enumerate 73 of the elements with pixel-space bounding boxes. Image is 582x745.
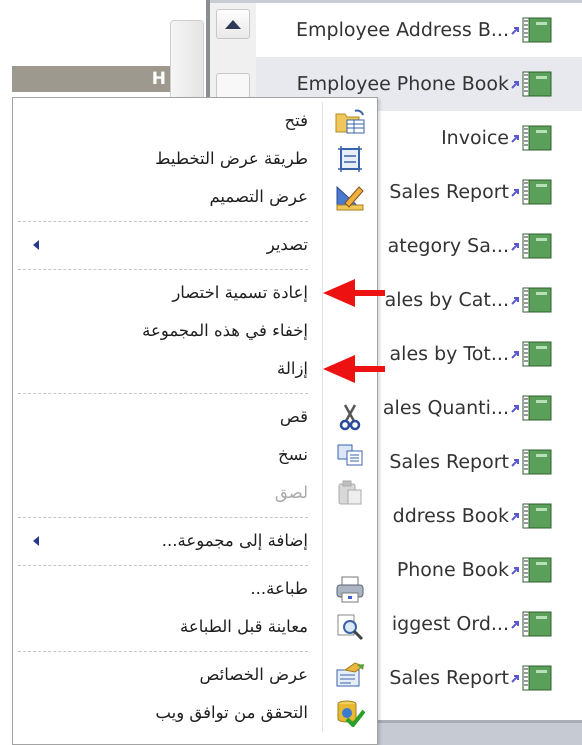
menu-item[interactable]: إضافة إلى مجموعة... bbox=[13, 522, 322, 560]
menu-item[interactable]: قص bbox=[13, 398, 322, 436]
report-icon bbox=[522, 179, 552, 205]
shortcut-arrow-icon bbox=[511, 134, 520, 142]
report-icon bbox=[522, 449, 552, 475]
report-icon bbox=[522, 125, 552, 151]
shortcut-arrow-icon bbox=[511, 242, 520, 250]
shortcut-arrow-icon bbox=[511, 404, 520, 412]
shortcut-arrow-icon bbox=[511, 80, 520, 88]
shortcut-arrow-icon bbox=[511, 26, 520, 34]
report-icon bbox=[522, 665, 552, 691]
pointer-arrow bbox=[323, 353, 385, 385]
report-icon bbox=[522, 503, 552, 529]
report-icon bbox=[522, 557, 552, 583]
menu-item-label: طريقة عرض التخطيط bbox=[155, 148, 308, 170]
menu-item-label: نسخ bbox=[278, 444, 308, 466]
submenu-arrow-icon bbox=[33, 240, 39, 250]
menu-item[interactable]: عرض التصميم bbox=[13, 178, 322, 216]
copy-icon bbox=[336, 443, 364, 467]
menu-item[interactable]: إزالة bbox=[13, 350, 322, 388]
menu-item-label: معاينة قبل الطباعة bbox=[180, 616, 308, 638]
shortcut-arrow-icon bbox=[511, 296, 520, 304]
shortcut-arrow-icon bbox=[511, 512, 520, 520]
menu-item-label: إزالة bbox=[276, 358, 308, 380]
report-icon bbox=[522, 233, 552, 259]
shortcut-arrow-icon bbox=[511, 350, 520, 358]
report-icon bbox=[522, 71, 552, 97]
ruler-pencil-icon bbox=[335, 183, 365, 211]
menu-item[interactable]: تصدير bbox=[13, 226, 322, 264]
database-check-icon bbox=[335, 699, 365, 727]
report-item[interactable]: Employee Phone Book bbox=[256, 57, 582, 111]
menu-item-label: إخفاء في هذه المجموعة bbox=[142, 320, 308, 342]
menu-item-label: طباعة... bbox=[250, 578, 308, 600]
report-icon bbox=[522, 17, 552, 43]
shortcut-arrow-icon bbox=[511, 674, 520, 682]
shortcut-arrow-icon bbox=[511, 458, 520, 466]
shortcut-arrow-icon bbox=[511, 566, 520, 574]
menu-item[interactable]: إعادة تسمية اختصار bbox=[13, 274, 322, 312]
magnifier-icon bbox=[336, 613, 364, 641]
shortcut-arrow-icon bbox=[511, 620, 520, 628]
pane-header: H bbox=[12, 66, 170, 92]
paste-icon bbox=[337, 480, 363, 506]
report-icon bbox=[522, 341, 552, 367]
menu-item-label: فتح bbox=[284, 110, 308, 132]
menu-item-label: عرض الخصائص bbox=[199, 664, 308, 686]
menu-item[interactable]: إخفاء في هذه المجموعة bbox=[13, 312, 322, 350]
menu-item[interactable]: عرض الخصائص bbox=[13, 656, 322, 694]
properties-icon bbox=[335, 662, 365, 688]
pointer-arrow bbox=[323, 277, 385, 309]
report-icon bbox=[522, 287, 552, 313]
scroll-up-button[interactable] bbox=[216, 9, 250, 39]
menu-item-label: قص bbox=[280, 406, 308, 428]
menu-item[interactable]: طريقة عرض التخطيط bbox=[13, 140, 322, 178]
menu-item-label: لصق bbox=[274, 482, 308, 504]
menu-item[interactable]: معاينة قبل الطباعة bbox=[13, 608, 322, 646]
printer-icon bbox=[335, 575, 365, 603]
menu-item[interactable]: التحقق من توافق ويب bbox=[13, 694, 322, 732]
menu-item[interactable]: طباعة... bbox=[13, 570, 322, 608]
shortcut-arrow-icon bbox=[511, 188, 520, 196]
report-icon bbox=[522, 611, 552, 637]
submenu-arrow-icon bbox=[33, 536, 39, 546]
menu-item-label: إضافة إلى مجموعة... bbox=[162, 530, 308, 552]
menu-item-label: إعادة تسمية اختصار bbox=[172, 282, 308, 304]
folder-table-icon bbox=[335, 108, 365, 134]
menu-item[interactable]: نسخ bbox=[13, 436, 322, 474]
menu-item-label: عرض التصميم bbox=[209, 186, 308, 208]
layout-grid-icon bbox=[338, 146, 362, 172]
report-icon bbox=[522, 395, 552, 421]
menu-item-label: تصدير bbox=[266, 234, 308, 256]
up-arrow-icon bbox=[225, 20, 241, 28]
report-item[interactable]: Employee Address B... bbox=[256, 3, 582, 57]
scissors-icon bbox=[339, 403, 361, 431]
menu-item-label: التحقق من توافق ويب bbox=[155, 702, 308, 724]
